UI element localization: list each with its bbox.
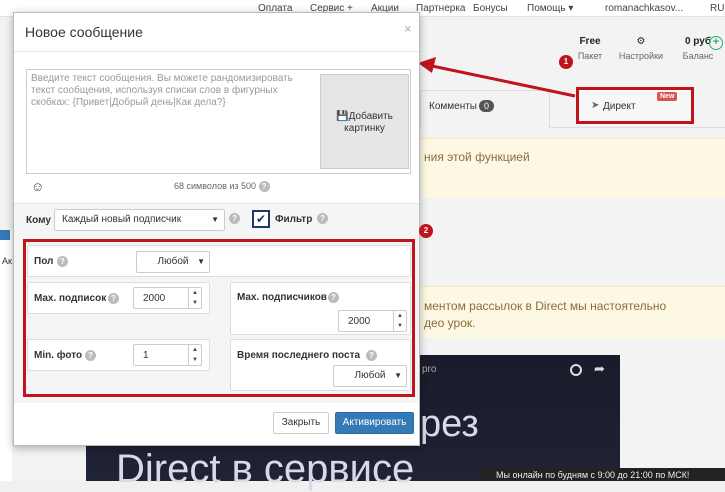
filter-label: Фильтр — [275, 214, 313, 225]
video-text-line2: Direct в сервисе — [116, 447, 415, 491]
balance-label: Баланс — [682, 51, 714, 61]
help-icon[interactable]: ? — [229, 213, 240, 224]
chevron-down-icon: ▼ — [211, 215, 219, 224]
annotation-highlight-direct-tab — [576, 87, 694, 124]
warning-banner-1-text: ния этой функцией — [424, 150, 530, 164]
settings-label: Настройки — [618, 51, 664, 61]
close-button[interactable]: Закрыть — [273, 412, 329, 434]
message-placeholder: Введите текст сообщения. Вы можете рандо… — [31, 73, 293, 108]
emoji-icon[interactable]: ☺ — [31, 179, 44, 194]
left-sidebar-marker — [0, 230, 10, 240]
plan-value: Free — [579, 36, 601, 47]
chat-bar-text: Мы онлайн по будням с 9:00 до 21:00 по М… — [496, 470, 690, 480]
add-image-label: Добавить картинку — [344, 111, 393, 134]
online-chat-bar[interactable]: Мы онлайн по будням с 9:00 до 21:00 по М… — [480, 468, 725, 481]
nav-user-account[interactable]: romanachkasov... — [605, 3, 683, 14]
left-sidebar-tab-fragment[interactable]: Ак — [2, 256, 12, 266]
annotation-badge-2: 2 — [419, 224, 433, 238]
video-text-line1: рез — [420, 403, 479, 445]
recipient-select[interactable]: Каждый новый подписчик ▼ — [54, 209, 225, 231]
help-icon[interactable]: ? — [258, 181, 270, 193]
annotation-badge-1: 1 — [559, 55, 573, 69]
gear-icon: ⚙ — [636, 36, 646, 47]
watch-later-icon[interactable] — [570, 364, 582, 376]
char-counter-text: 68 символов из 500 — [174, 181, 257, 191]
char-counter: 68 символов из 500 ? — [174, 181, 270, 193]
nav-bonuses[interactable]: Бонусы — [473, 3, 508, 14]
share-icon[interactable]: ➦ — [594, 361, 605, 377]
comments-count-badge: 0 — [479, 100, 495, 112]
settings-block[interactable]: ⚙ Настройки — [617, 36, 665, 61]
video-title-fragment: pro — [422, 364, 437, 375]
plan-label: Пакет — [577, 51, 603, 61]
nav-help[interactable]: Помощь ▾ — [527, 3, 573, 14]
plan-block[interactable]: Free Пакет — [572, 36, 608, 61]
activate-button[interactable]: Активировать — [335, 412, 414, 434]
image-icon: 💾 — [336, 111, 349, 122]
close-icon[interactable]: × — [404, 21, 412, 36]
recipient-label: Кому — [26, 215, 51, 226]
warning-banner-2-line2: део урок. — [424, 316, 476, 330]
nav-language[interactable]: RU — [710, 3, 724, 14]
message-textarea[interactable]: Введите текст сообщения. Вы можете рандо… — [26, 69, 411, 174]
help-icon[interactable]: ? — [317, 213, 328, 224]
tab-comments-label: Комменты — [429, 101, 477, 112]
warning-banner-2-line1: ментом рассылок в Direct мы настоятельно — [424, 299, 667, 313]
annotation-highlight-filters — [23, 239, 415, 397]
warning-banner-1: ния этой функцией — [420, 138, 725, 198]
left-sidebar-fragment — [0, 230, 12, 481]
add-funds-icon[interactable]: + — [709, 36, 723, 50]
recipient-value: Каждый новый подписчик — [62, 214, 182, 225]
warning-banner-2: ментом рассылок в Direct мы настоятельно… — [420, 286, 725, 338]
modal-title: Новое сообщение — [25, 24, 143, 40]
add-image-button[interactable]: 💾Добавить картинку — [320, 74, 409, 169]
filter-checkbox[interactable]: ✔ — [252, 210, 270, 228]
nav-partners[interactable]: Партнерка — [416, 3, 465, 14]
modal-header-divider — [14, 51, 419, 52]
new-message-modal: Новое сообщение × Введите текст сообщени… — [13, 12, 420, 446]
tab-comments[interactable]: Комменты 0 — [420, 90, 550, 128]
